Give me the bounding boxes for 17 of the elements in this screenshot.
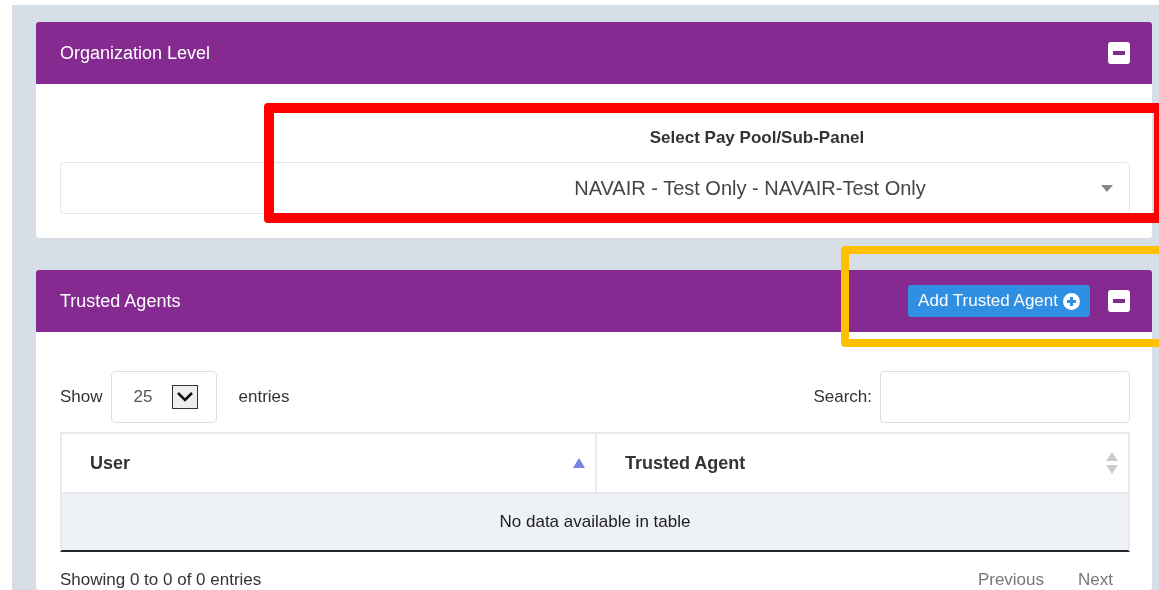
entries-dropdown[interactable]: 25 bbox=[110, 371, 217, 423]
panel-title: Trusted Agents bbox=[60, 290, 182, 312]
chevron-down-icon bbox=[171, 385, 198, 409]
caret-icon bbox=[1101, 184, 1113, 192]
entries-label: entries bbox=[238, 387, 290, 407]
search-field[interactable] bbox=[880, 371, 1130, 423]
table-info: Showing 0 to 0 of 0 entries bbox=[60, 570, 263, 590]
empty-table-message: No data available in table bbox=[62, 494, 1128, 550]
collapse-button[interactable] bbox=[1108, 42, 1130, 64]
collapse-button[interactable] bbox=[1108, 290, 1130, 312]
search-label: Search: bbox=[813, 387, 872, 407]
column-header[interactable]: Trusted Agent bbox=[595, 434, 1128, 494]
plus-circle-icon bbox=[1063, 292, 1080, 310]
pay-pool-dropdown[interactable]: NAVAIR - Test Only - NAVAIR-Test Only bbox=[60, 162, 1130, 214]
panel-title: Organization Level bbox=[60, 42, 212, 64]
show-label: Show bbox=[60, 387, 103, 407]
select-label: Select Pay Pool/Sub-Panel bbox=[649, 128, 865, 148]
